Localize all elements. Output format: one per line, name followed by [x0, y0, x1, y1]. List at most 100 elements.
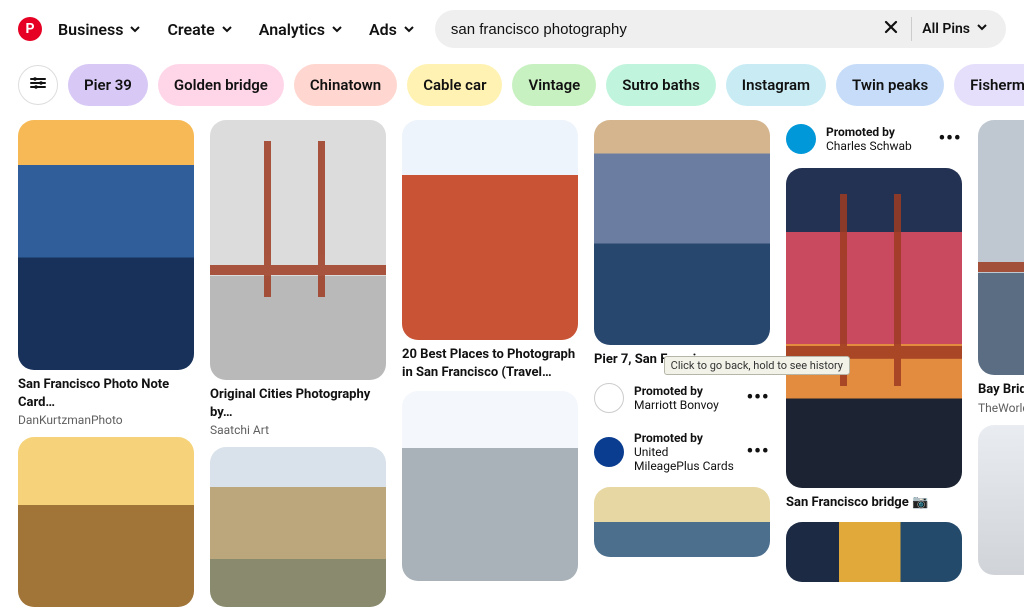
pin-title: Original Cities Photography by… — [210, 386, 386, 421]
promoted-text: Promoted byMarriott Bonvoy — [634, 384, 736, 412]
nav-create[interactable]: Create — [157, 14, 242, 45]
chip-label: Instagram — [742, 76, 810, 94]
pin[interactable] — [594, 487, 770, 557]
promoted-row[interactable]: Promoted byMarriott Bonvoy ••• — [594, 379, 770, 417]
pin-image[interactable] — [18, 437, 194, 607]
pin-image[interactable] — [594, 487, 770, 557]
chip-label: Fishermans wharf — [970, 76, 1024, 94]
pin-title: San Francisco Photo Note Card… — [18, 376, 194, 411]
nav-label: Business — [58, 20, 123, 39]
pin-image[interactable] — [978, 425, 1024, 575]
clear-search-button[interactable] — [877, 15, 905, 43]
chip-label: Twin peaks — [852, 76, 928, 94]
chevron-down-icon — [403, 23, 415, 35]
advertiser-avatar — [594, 383, 624, 413]
promoted-label: Promoted by — [634, 431, 736, 445]
suggestion-chip[interactable]: Fishermans wharf — [954, 64, 1024, 106]
suggestion-chip[interactable]: Pier 39 — [68, 64, 148, 106]
pin-column: 20 Best Places to Photograph in San Fran… — [402, 120, 578, 607]
nav-label: Analytics — [259, 20, 325, 39]
suggestion-chip[interactable]: Instagram — [726, 64, 826, 106]
advertiser-avatar — [594, 437, 624, 467]
pin-subtitle: Saatchi Art — [210, 423, 386, 437]
pinterest-logo[interactable]: P — [18, 17, 42, 41]
chevron-down-icon — [221, 23, 233, 35]
more-options-button[interactable]: ••• — [746, 386, 770, 410]
top-nav: P Business Create Analytics Ads A — [0, 0, 1024, 58]
promoted-row[interactable]: Promoted byUnited MileagePlus Cards ••• — [594, 427, 770, 477]
advertiser-name: Charles Schwab — [826, 139, 928, 153]
pin[interactable]: San Francisco Photo Note Card… DanKurtzma… — [18, 120, 194, 427]
pin[interactable] — [786, 522, 962, 582]
pin-subtitle: TheWorld — [978, 401, 1024, 415]
pin[interactable] — [210, 447, 386, 607]
pin-image[interactable] — [786, 522, 962, 582]
chip-label: Sutro baths — [622, 76, 700, 94]
divider — [911, 17, 912, 41]
suggestion-chip[interactable]: Sutro baths — [606, 64, 716, 106]
advertiser-name: United MileagePlus Cards — [634, 445, 736, 473]
pin-image[interactable] — [402, 391, 578, 581]
pin-title: Bay Bridge — [978, 381, 1024, 399]
search-input[interactable] — [451, 21, 877, 38]
pin[interactable]: 20 Best Places to Photograph in San Fran… — [402, 120, 578, 381]
search-bar: All Pins — [435, 10, 1006, 48]
chip-label: Chinatown — [310, 76, 381, 94]
pin-column: Bay Bridge TheWorld — [978, 120, 1024, 607]
pin[interactable]: San Francisco bridge 📷 — [786, 168, 962, 512]
chip-label: Golden bridge — [174, 76, 268, 94]
promoted-label: Promoted by — [634, 384, 736, 398]
pin-column: San Francisco Photo Note Card… DanKurtzma… — [18, 120, 194, 607]
suggestion-chip[interactable]: Golden bridge — [158, 64, 284, 106]
nav-tooltip: Click to go back, hold to see history — [664, 356, 850, 375]
chevron-down-icon — [129, 23, 141, 35]
pin-board: San Francisco Photo Note Card… DanKurtzma… — [0, 120, 1024, 607]
more-options-button[interactable]: ••• — [746, 440, 770, 464]
nav-ads[interactable]: Ads — [359, 14, 425, 45]
pin-title: 20 Best Places to Photograph in San Fran… — [402, 346, 578, 381]
pin-image[interactable] — [402, 120, 578, 340]
nav-label: Ads — [369, 20, 397, 39]
suggestion-chips: Pier 39 Golden bridge Chinatown Cable car Vi… — [0, 58, 1024, 120]
promoted-label: Promoted by — [826, 125, 928, 139]
advertiser-name: Marriott Bonvoy — [634, 398, 736, 412]
chevron-down-icon — [331, 23, 343, 35]
suggestion-chip[interactable]: Chinatown — [294, 64, 397, 106]
close-icon — [883, 19, 899, 39]
pin-title: San Francisco bridge 📷 — [786, 494, 962, 512]
pin-image[interactable] — [978, 120, 1024, 375]
search-filter-label: All Pins — [922, 21, 970, 37]
suggestion-chip[interactable]: Twin peaks — [836, 64, 944, 106]
pin-image[interactable] — [210, 447, 386, 607]
pin[interactable] — [978, 425, 1024, 575]
search-filter-dropdown[interactable]: All Pins — [918, 21, 998, 37]
pin-column: Click to go back, hold to see historyPie… — [594, 120, 770, 607]
chevron-down-icon — [976, 21, 988, 37]
pin[interactable]: Bay Bridge TheWorld — [978, 120, 1024, 415]
filter-button[interactable] — [18, 65, 58, 105]
promoted-text: Promoted byCharles Schwab — [826, 125, 928, 153]
pin[interactable] — [18, 437, 194, 607]
pin-subtitle: DanKurtzmanPhoto — [18, 413, 194, 427]
chip-label: Vintage — [528, 76, 580, 94]
pin[interactable]: Click to go back, hold to see historyPie… — [594, 120, 770, 369]
nav-business[interactable]: Business — [48, 14, 151, 45]
suggestion-chip[interactable]: Vintage — [512, 64, 596, 106]
pin-image[interactable] — [786, 168, 962, 488]
pin-image[interactable] — [18, 120, 194, 370]
advertiser-avatar — [786, 124, 816, 154]
filter-icon — [29, 74, 47, 96]
pin-column: Original Cities Photography by… Saatchi A… — [210, 120, 386, 607]
chip-label: Cable car — [423, 76, 486, 94]
nav-analytics[interactable]: Analytics — [249, 14, 353, 45]
more-options-button[interactable]: ••• — [938, 127, 962, 151]
suggestion-chip[interactable]: Cable car — [407, 64, 502, 106]
pin-image[interactable]: Click to go back, hold to see history — [594, 120, 770, 345]
pin[interactable] — [402, 391, 578, 581]
promoted-text: Promoted byUnited MileagePlus Cards — [634, 431, 736, 473]
pin[interactable]: Original Cities Photography by… Saatchi A… — [210, 120, 386, 437]
promoted-row[interactable]: Promoted byCharles Schwab ••• — [786, 120, 962, 158]
pin-image[interactable] — [210, 120, 386, 380]
chip-label: Pier 39 — [84, 76, 132, 94]
nav-label: Create — [167, 20, 214, 39]
